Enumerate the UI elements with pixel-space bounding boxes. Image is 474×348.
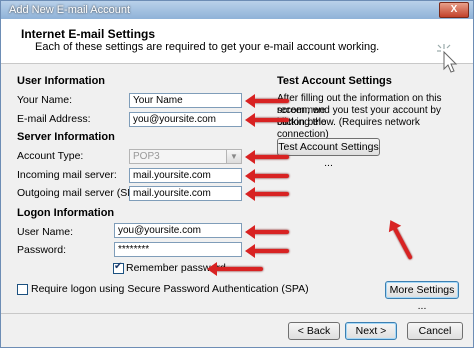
more-settings-button[interactable]: More Settings ... <box>385 281 459 312</box>
back-button[interactable]: < Back <box>288 322 340 340</box>
username-label: User Name: <box>17 226 74 238</box>
annotation-arrow <box>392 226 413 260</box>
test-account-settings-button[interactable]: Test Account Settings ... <box>277 138 380 169</box>
logon-info-heading: Logon Information <box>17 207 115 219</box>
annotation-arrow <box>245 150 289 164</box>
email-label: E-mail Address: <box>17 113 91 125</box>
outgoing-server-field[interactable]: mail.yoursite.com <box>129 186 242 201</box>
window-title: Add New E-mail Account <box>9 4 131 16</box>
test-settings-heading: Test Account Settings <box>277 75 392 87</box>
header-subtitle: Each of these settings are required to g… <box>35 41 380 53</box>
username-field[interactable]: you@yoursite.com <box>114 223 242 238</box>
remember-password-checkbox[interactable] <box>113 261 124 274</box>
chevron-down-icon: ▼ <box>226 150 241 163</box>
cancel-button[interactable]: Cancel <box>407 322 463 340</box>
name-field[interactable]: Your Name <box>129 93 242 108</box>
account-type-value: POP3 <box>133 151 160 162</box>
close-button[interactable]: X <box>439 2 469 18</box>
add-email-account-window: Add New E-mail Account X Internet E-mail… <box>0 0 474 348</box>
incoming-server-label: Incoming mail server: <box>17 169 117 181</box>
settings-header: Internet E-mail Settings Each of these s… <box>1 19 473 73</box>
email-field[interactable]: you@yoursite.com <box>129 112 242 127</box>
annotation-arrow <box>245 169 289 183</box>
account-type-label: Account Type: <box>17 150 84 162</box>
title-bar: Add New E-mail Account X <box>1 1 473 19</box>
annotation-arrow <box>245 225 289 239</box>
password-field[interactable]: ******** <box>114 242 242 257</box>
annotation-arrow <box>245 187 289 201</box>
server-info-heading: Server Information <box>17 131 115 143</box>
user-info-heading: User Information <box>17 75 106 87</box>
footer-divider <box>1 313 473 314</box>
incoming-server-field[interactable]: mail.yoursite.com <box>129 168 242 183</box>
name-label: Your Name: <box>17 94 73 106</box>
account-type-dropdown[interactable]: POP3 ▼ <box>129 149 242 164</box>
annotation-arrow <box>245 113 289 127</box>
spa-checkbox[interactable] <box>17 284 28 295</box>
next-button[interactable]: Next > <box>345 322 397 340</box>
annotation-arrow <box>245 244 289 258</box>
spa-label: Require logon using Secure Password Auth… <box>31 283 309 295</box>
cursor-click-icon <box>437 44 458 73</box>
password-label: Password: <box>17 244 67 256</box>
annotation-arrow <box>245 94 289 108</box>
header-title: Internet E-mail Settings <box>21 27 156 41</box>
annotation-arrow <box>207 262 263 276</box>
